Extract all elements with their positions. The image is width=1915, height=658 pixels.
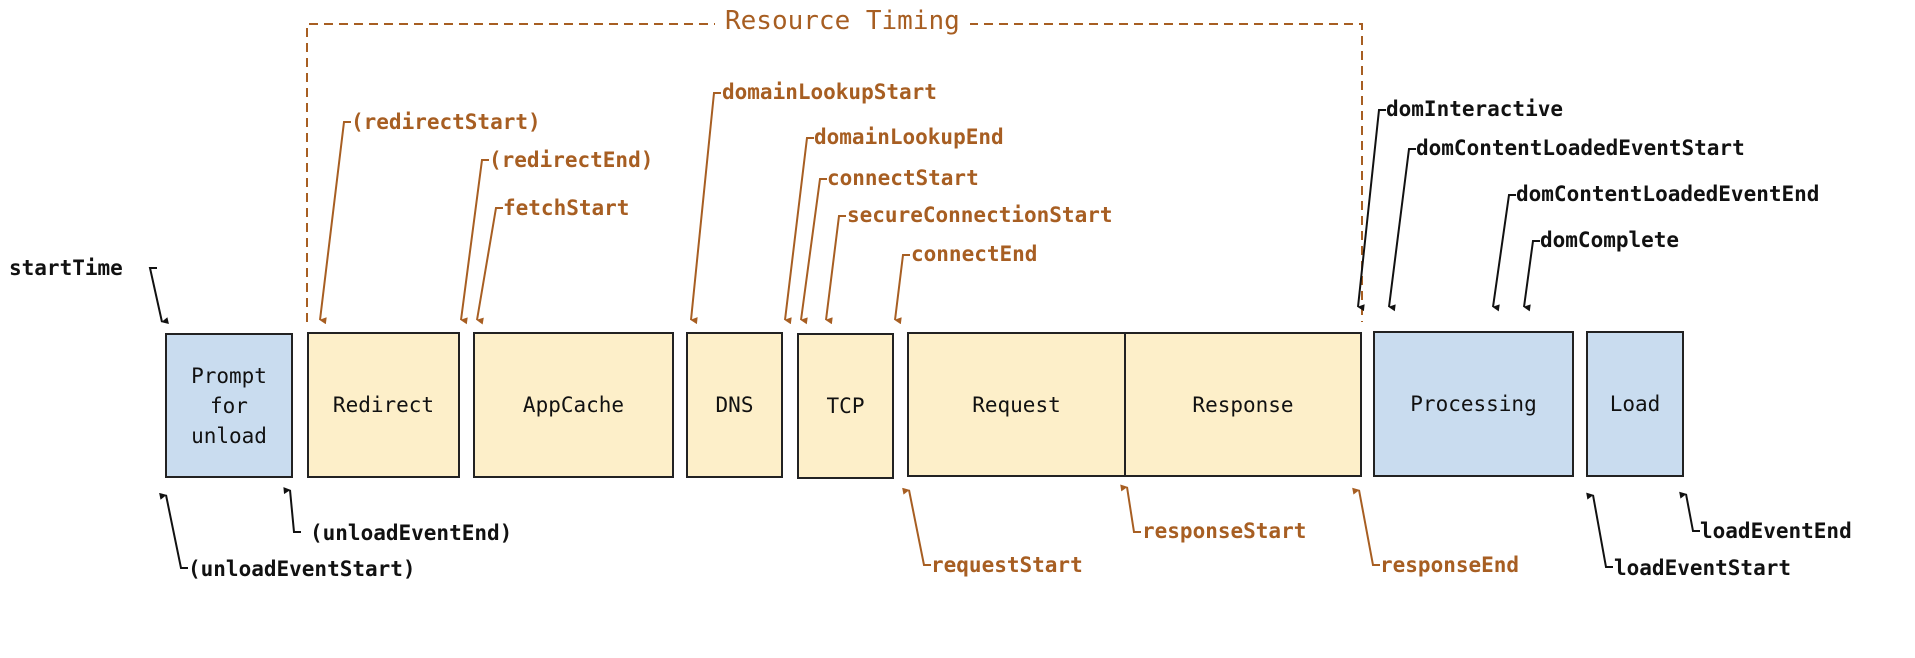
marker-unload-event-start: (unloadEventStart): [188, 557, 416, 581]
marker-connect-start: connectStart: [827, 166, 979, 190]
arrow-dom-content-loaded-event-end: [1492, 194, 1516, 312]
marker-dom-interactive: domInteractive: [1386, 97, 1564, 121]
phase-dns: DNS: [686, 332, 783, 478]
marker-connect-end: connectEnd: [911, 242, 1038, 266]
arrow-response-start: [1120, 484, 1141, 533]
arrow-redirect-end: [460, 159, 489, 325]
resource-timing-diagram: Resource Timing Prompt for unload Redire…: [0, 0, 1915, 658]
arrow-load-event-end: [1679, 491, 1700, 532]
phase-redirect: Redirect: [307, 332, 460, 478]
arrow-unload-event-start: [159, 492, 188, 569]
marker-load-event-start: loadEventStart: [1614, 556, 1792, 580]
marker-fetch-start: fetchStart: [503, 196, 630, 220]
marker-dom-content-loaded-event-start: domContentLoadedEventStart: [1416, 136, 1745, 160]
marker-secure-connection-start: secureConnectionStart: [847, 203, 1113, 227]
phase-tcp: TCP: [797, 333, 894, 479]
phase-load: Load: [1586, 331, 1684, 477]
arrow-secure-connection-start: [825, 215, 846, 325]
marker-response-end: responseEnd: [1380, 553, 1520, 577]
marker-dom-complete: domComplete: [1540, 228, 1680, 252]
arrow-domain-lookup-end: [784, 137, 814, 325]
marker-unload-event-end: (unloadEventEnd): [310, 521, 513, 545]
marker-domain-lookup-end: domainLookupEnd: [814, 125, 1004, 149]
phase-processing: Processing: [1373, 331, 1574, 477]
arrow-fetch-start: [476, 207, 503, 325]
marker-dom-content-loaded-event-end: domContentLoadedEventEnd: [1516, 182, 1820, 206]
arrow-connect-end: [894, 254, 910, 325]
marker-domain-lookup-start: domainLookupStart: [722, 80, 937, 104]
phase-response: Response: [1124, 332, 1362, 477]
arrow-unload-event-end: [283, 487, 301, 533]
arrow-load-event-start: [1586, 492, 1613, 568]
arrow-request-start: [902, 487, 931, 566]
marker-redirect-end: (redirectEnd): [489, 148, 654, 172]
phase-appcache: AppCache: [473, 332, 674, 478]
arrow-domain-lookup-start: [690, 92, 721, 325]
marker-load-event-end: loadEventEnd: [1700, 519, 1852, 543]
phase-prompt-for-unload: Prompt for unload: [165, 333, 293, 478]
marker-response-start: responseStart: [1142, 519, 1307, 543]
arrow-response-end: [1352, 487, 1380, 566]
marker-redirect-start: (redirectStart): [351, 110, 541, 134]
resource-timing-title: Resource Timing: [715, 6, 970, 36]
marker-start-time: startTime: [9, 256, 123, 280]
arrow-start-time: [148, 267, 169, 325]
arrow-dom-content-loaded-event-start: [1388, 148, 1416, 312]
arrow-connect-start: [800, 178, 827, 325]
arrow-dom-complete: [1523, 240, 1540, 312]
marker-request-start: requestStart: [931, 553, 1083, 577]
phase-request: Request: [907, 332, 1126, 477]
arrow-redirect-start: [319, 121, 351, 325]
